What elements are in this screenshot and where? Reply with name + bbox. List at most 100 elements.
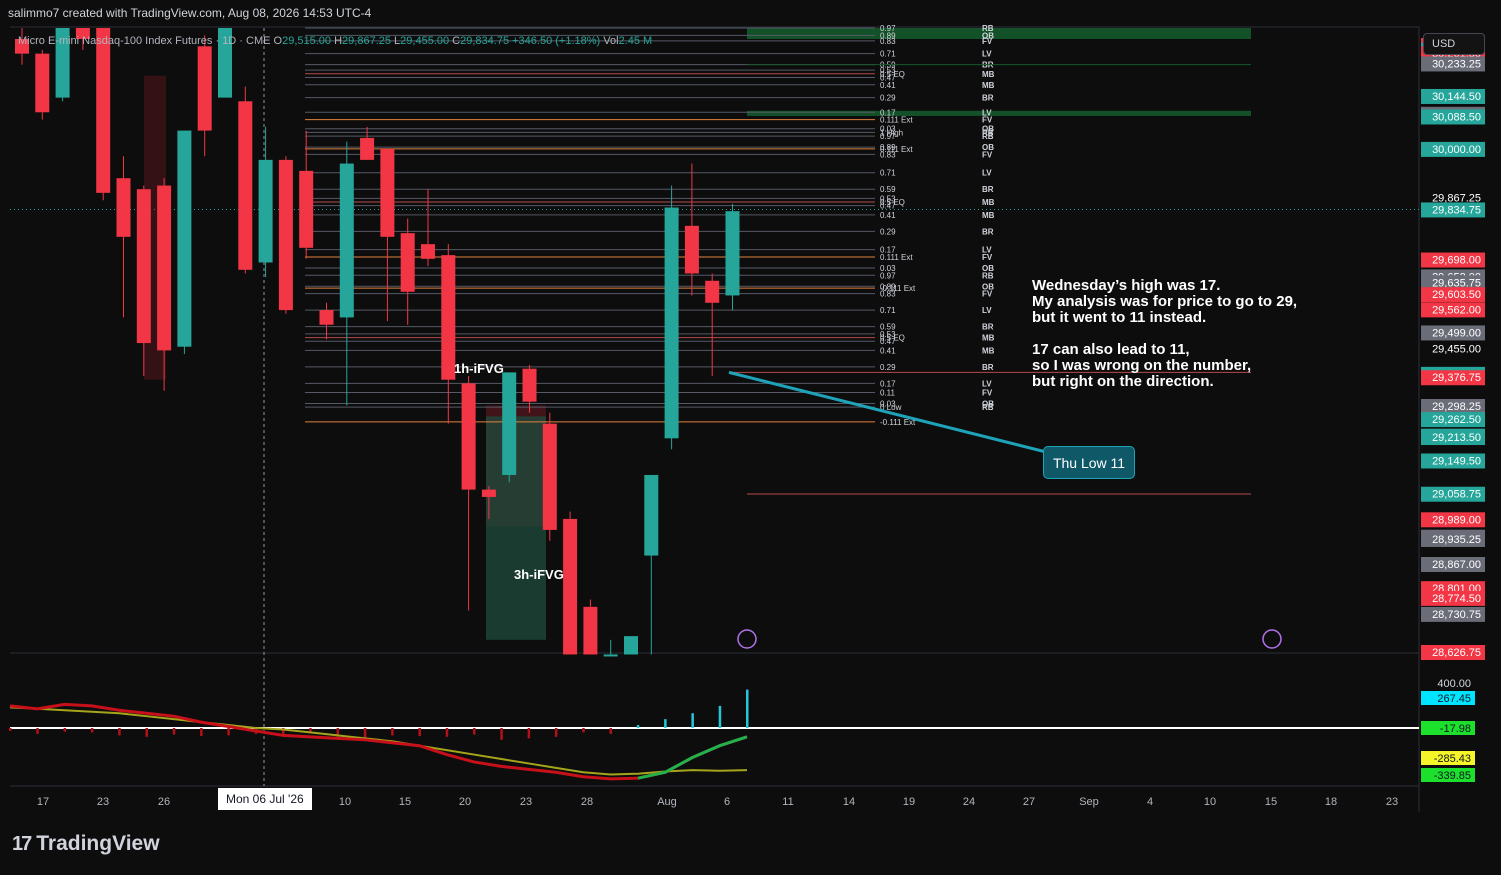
osc-histogram-bar (363, 728, 367, 739)
candle (421, 189, 435, 267)
candle-body (583, 606, 598, 655)
fib-tag-label: MB (982, 346, 995, 355)
price-label-text: 29,298.25 (1432, 401, 1481, 413)
candle (380, 148, 395, 322)
osc-histogram-bar (664, 719, 667, 728)
volume-label: Vol (603, 35, 619, 47)
candle-body (380, 148, 395, 237)
symbol-name[interactable]: Micro E-mini Nasdaq-100 Index Futures · … (18, 35, 270, 47)
osc-histogram-bar (746, 689, 749, 728)
tradingview-wordmark: TradingView (36, 832, 160, 855)
candle-body (461, 383, 476, 490)
osc-histogram-bar (418, 728, 421, 737)
fib-tag-label: RB (982, 403, 994, 412)
ob-zone-top (747, 28, 1251, 39)
price-pane[interactable] (10, 26, 1420, 812)
crosshair-date-label: Mon 06 Jul '26 (218, 788, 312, 810)
candle-body (725, 211, 740, 296)
symbol-legend[interactable]: Micro E-mini Nasdaq-100 Index Futures · … (18, 35, 652, 47)
currency-button[interactable]: USD (1423, 33, 1485, 55)
osc-histogram-bar (9, 728, 12, 731)
osc-histogram-bar (718, 705, 722, 728)
chart-canvas[interactable]: 0.97 RB0.89 OB0.83 FV0.71 LV0.59 BR0.530.5 EQ… (0, 0, 1501, 875)
oscillator-pane[interactable]: 400.00 267.45 -17.98 -285.43 -339.85 (9, 676, 1475, 782)
thu-low-callout[interactable]: Thu Low 11 (1043, 446, 1135, 479)
tradingview-logo[interactable]: 17 TradingView (12, 832, 160, 856)
osc-histogram-bar (473, 728, 476, 735)
candle-body (542, 423, 557, 530)
chart-credit: salimmo7 created with TradingView.com, A… (8, 6, 372, 20)
candle-body (563, 518, 578, 655)
fib-tag-label: FV (982, 116, 993, 125)
candle-body (664, 207, 679, 439)
time-axis-tick: 19 (903, 796, 915, 808)
candle-body (421, 244, 435, 259)
price-label-text: 29,562.00 (1432, 304, 1481, 316)
fib-tag-label: MB (982, 334, 995, 343)
price-label: 28,774.50 (1421, 590, 1485, 606)
price-label: 29,834.75 (1421, 202, 1485, 218)
time-axis-tick: 27 (1023, 796, 1035, 808)
fib-level-label: 0.111 Ext (880, 116, 913, 125)
price-label: 28,935.25 (1421, 531, 1485, 547)
fib-level-label: 0.71 (880, 169, 896, 178)
price-label-text: 28,730.75 (1432, 609, 1481, 621)
candle-body (299, 170, 314, 248)
candle (705, 273, 720, 377)
price-label: 28,867.00 (1421, 556, 1485, 572)
candle (339, 141, 354, 406)
osc-histogram-bar (636, 725, 640, 728)
fib-tag-label: BR (982, 185, 994, 194)
fib-tag-label: FV (982, 37, 993, 46)
fib-tag-label: BR (982, 323, 994, 332)
price-label: 30,000.00 (1421, 141, 1485, 157)
time-axis-tick: 17 (37, 796, 49, 808)
ob-zone-mid (747, 110, 1251, 116)
fib-level-label: 0.97 (880, 271, 896, 280)
price-label-text: 29,213.50 (1432, 432, 1481, 444)
osc-value-label: -339.85 (1421, 768, 1475, 782)
osc-histogram-bar (200, 728, 203, 737)
fib-level-label: 0.97 (880, 132, 896, 141)
fib-tag-label: RB (982, 271, 994, 280)
time-axis-tick: 14 (843, 796, 855, 808)
fib-tag-label: LV (982, 306, 992, 315)
price-label: 29,376.75 (1421, 370, 1485, 386)
candle-body (644, 474, 659, 556)
osc-value-text: -339.85 (1434, 770, 1471, 782)
price-label-text: 28,867.00 (1432, 559, 1481, 571)
price-label: 29,698.00 (1421, 252, 1485, 268)
time-axis-tick: 23 (1386, 796, 1398, 808)
high-label: H (334, 35, 343, 47)
candle-body (360, 137, 375, 160)
candle (603, 639, 618, 657)
price-label: 29,298.25 (1421, 398, 1485, 414)
candle-body (705, 280, 720, 303)
candle-body (278, 159, 293, 311)
time-axis-tick: 20 (459, 796, 471, 808)
osc-histogram-bar (172, 728, 176, 735)
price-label-text: 29,834.75 (1432, 204, 1481, 216)
price-label: 29,562.00 (1421, 302, 1485, 318)
price-label: 30,088.50 (1421, 109, 1485, 125)
price-axis[interactable]: 30,283.5030,270.0030,261.5030,233.2530,1… (1421, 38, 1485, 660)
candle-body (624, 636, 638, 655)
fib-tag-label: FV (982, 290, 993, 299)
osc-histogram-bar (691, 713, 694, 728)
fvg-label-1h: 1h-iFVG (454, 361, 504, 376)
osc-value-label: 267.45 (1421, 691, 1475, 705)
fib-level-label: 0.11 (880, 389, 896, 398)
fib-tag-label: LV (982, 50, 992, 59)
candle (725, 203, 740, 311)
osc-value-text: -17.98 (1440, 723, 1471, 735)
osc-histogram-bar (90, 728, 94, 733)
time-axis-tick: 6 (724, 796, 730, 808)
osc-histogram-bar (500, 728, 503, 740)
candle (177, 130, 192, 355)
time-axis-tick: 10 (339, 796, 351, 808)
volume-value: 2.45 M (618, 35, 653, 47)
osc-main-line (9, 702, 748, 781)
candle-body (96, 28, 111, 193)
osc-histogram-bar (145, 728, 148, 737)
candle (299, 130, 314, 259)
